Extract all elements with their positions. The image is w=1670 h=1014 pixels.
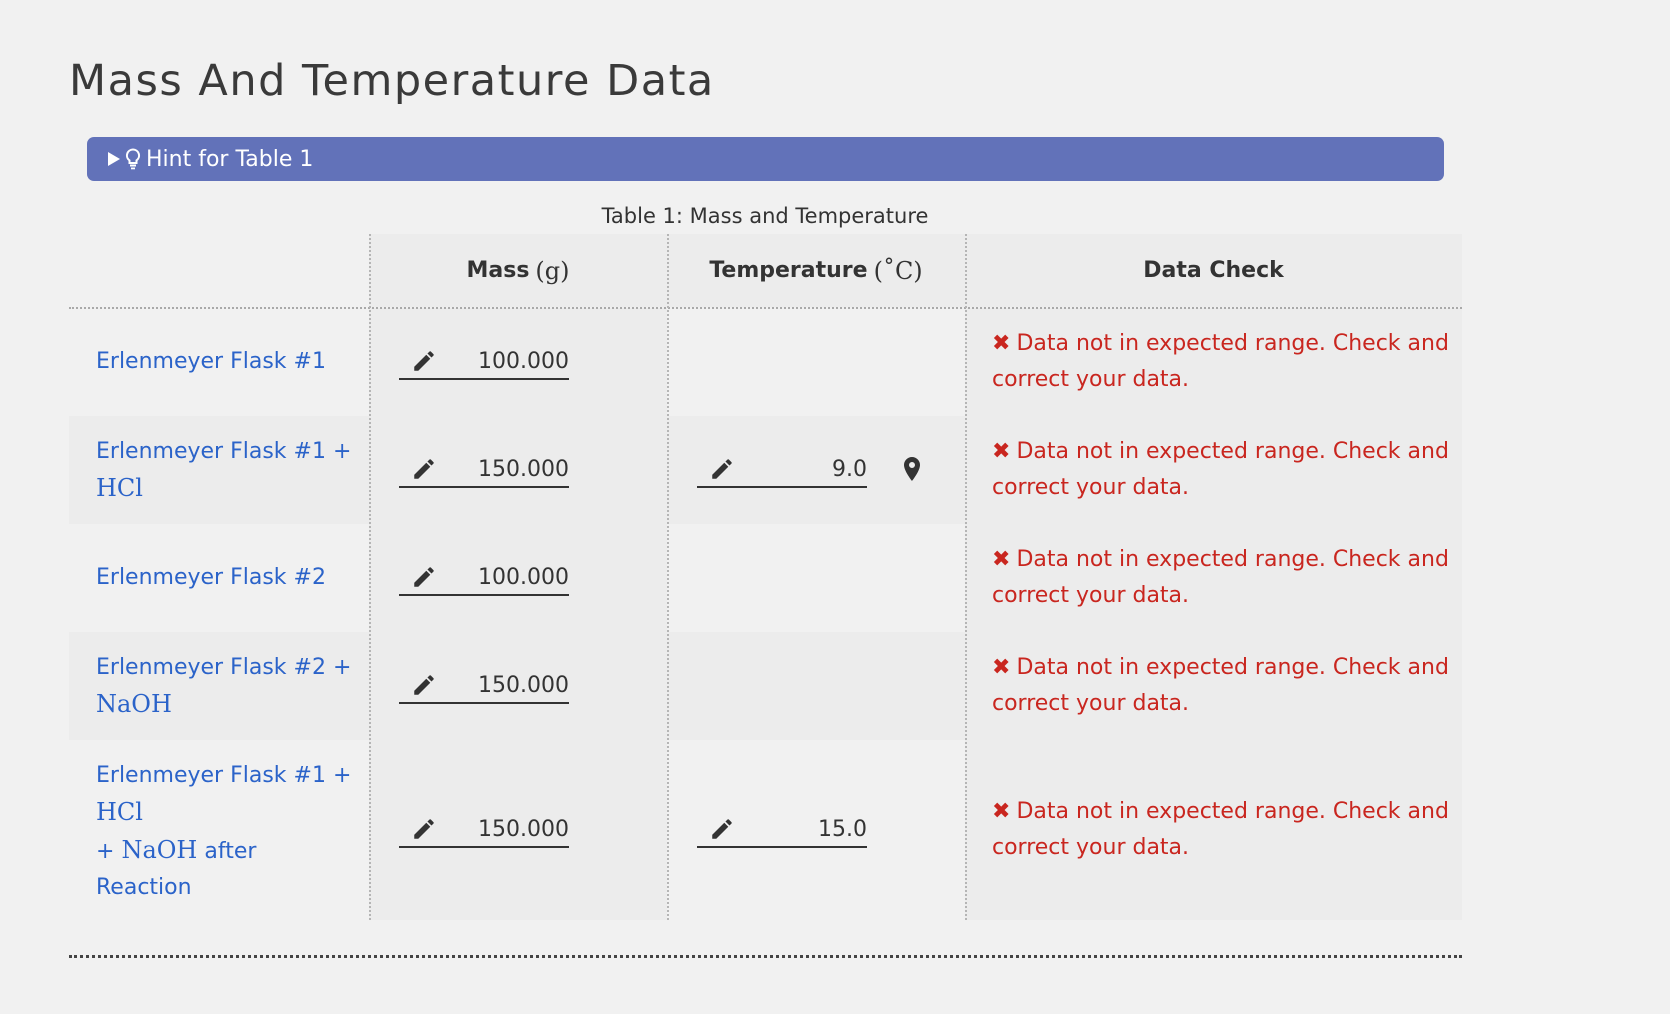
- pencil-icon: [414, 675, 434, 695]
- pencil-icon: [712, 819, 732, 839]
- pencil-icon: [414, 819, 434, 839]
- temperature-input[interactable]: 9.0: [697, 452, 867, 488]
- mass-value: 150.000: [478, 816, 569, 842]
- temperature-input[interactable]: 15.0: [697, 812, 867, 848]
- column-divider: [667, 234, 669, 920]
- table-row: Erlenmeyer Flask #1 + HCl + NaOH after R…: [69, 740, 1462, 920]
- temperature-value: 9.0: [832, 456, 867, 482]
- mass-input[interactable]: 100.000: [399, 344, 569, 380]
- page-title: Mass And Temperature Data: [69, 56, 715, 106]
- table-bottom-border: [69, 955, 1462, 958]
- header-temperature-label: Temperature: [709, 258, 868, 283]
- row-label: Erlenmeyer Flask #1 + HCl + NaOH after R…: [96, 763, 352, 900]
- data-check-message: ✖ Data not in expected range. Check and c…: [992, 439, 1449, 500]
- lightbulb-icon: [125, 148, 141, 170]
- table-row: Erlenmeyer Flask #2 + NaOH 150.000 ✖ Data …: [69, 632, 1462, 740]
- data-check-message: ✖ Data not in expected range. Check and c…: [992, 799, 1449, 860]
- pencil-icon: [414, 459, 434, 479]
- pencil-icon: [712, 459, 732, 479]
- table-row: Erlenmeyer Flask #2 100.000 ✖ Data not in…: [69, 524, 1462, 632]
- error-x-icon: ✖: [992, 799, 1011, 824]
- mass-value: 100.000: [478, 564, 569, 590]
- mass-value: 100.000: [478, 348, 569, 374]
- header-mass-unit: (g): [535, 256, 570, 285]
- header-mass-label: Mass: [466, 258, 530, 283]
- hint-toggle[interactable]: Hint for Table 1: [87, 137, 1444, 181]
- mass-input[interactable]: 100.000: [399, 560, 569, 596]
- error-x-icon: ✖: [992, 547, 1011, 572]
- header-divider: [69, 307, 1462, 309]
- table-row: Erlenmeyer Flask #1 100.000 ✖ Data not in…: [69, 308, 1462, 416]
- data-check-message: ✖ Data not in expected range. Check and c…: [992, 655, 1449, 716]
- mass-input[interactable]: 150.000: [399, 668, 569, 704]
- row-label: Erlenmeyer Flask #2 + NaOH: [96, 655, 352, 718]
- error-x-icon: ✖: [992, 331, 1011, 356]
- mass-value: 150.000: [478, 456, 569, 482]
- temperature-value: 15.0: [818, 816, 867, 842]
- error-x-icon: ✖: [992, 655, 1011, 680]
- row-label: Erlenmeyer Flask #1: [96, 349, 326, 374]
- pencil-icon: [414, 351, 434, 371]
- header-temperature: Temperature (˚C): [667, 234, 965, 307]
- row-label: Erlenmeyer Flask #2: [96, 565, 326, 590]
- header-data-check-label: Data Check: [1143, 258, 1284, 283]
- expand-triangle-icon: [108, 152, 120, 166]
- table-row: Erlenmeyer Flask #1 + HCl 150.000 9.0 ✖ Da…: [69, 416, 1462, 524]
- error-x-icon: ✖: [992, 439, 1011, 464]
- mass-input[interactable]: 150.000: [399, 452, 569, 488]
- column-divider: [965, 234, 967, 920]
- mass-value: 150.000: [478, 672, 569, 698]
- data-check-message: ✖ Data not in expected range. Check and c…: [992, 331, 1449, 392]
- table-caption: Table 1: Mass and Temperature: [601, 204, 929, 228]
- pencil-icon: [414, 567, 434, 587]
- column-divider: [369, 234, 371, 920]
- hint-label: Hint for Table 1: [146, 146, 314, 172]
- header-data-check: Data Check: [965, 234, 1462, 307]
- page: Mass And Temperature Data Hint for Table…: [0, 0, 1670, 1014]
- header-temperature-unit: (˚C): [873, 256, 923, 285]
- mass-input[interactable]: 150.000: [399, 812, 569, 848]
- row-label: Erlenmeyer Flask #1 + HCl: [96, 439, 352, 502]
- map-pin-icon[interactable]: [903, 456, 921, 482]
- data-check-message: ✖ Data not in expected range. Check and c…: [992, 547, 1449, 608]
- header-mass: Mass (g): [369, 234, 667, 307]
